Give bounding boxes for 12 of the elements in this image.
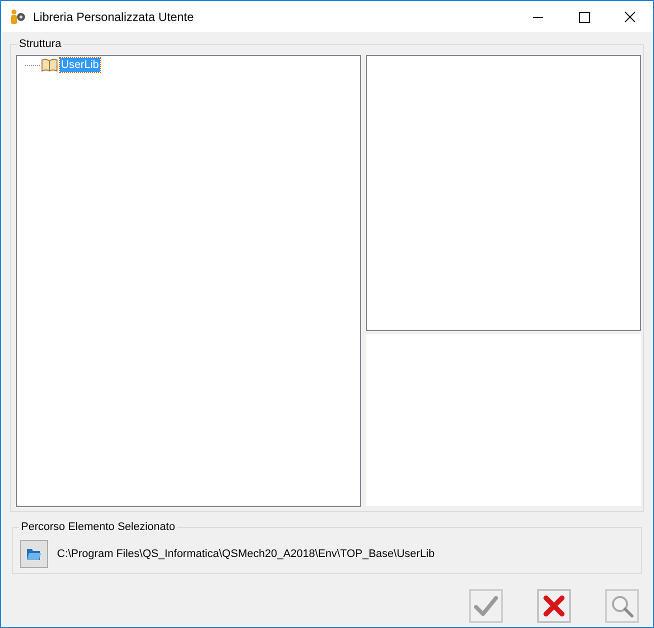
path-text: C:\Program Files\QS_Informatica\QSMech20_A2018\Env\TOP_Base\UserLib [57, 546, 435, 562]
window-title: Libreria Personalizzata Utente [33, 8, 194, 26]
search-icon [610, 594, 634, 618]
checkmark-icon [474, 595, 498, 617]
close-icon [543, 595, 565, 617]
browse-button[interactable] [20, 540, 48, 568]
book-icon [41, 58, 58, 72]
tree-line [25, 64, 40, 66]
folder-icon [26, 548, 42, 560]
tree-item[interactable]: UserLib [60, 58, 100, 72]
app-icon [9, 8, 27, 24]
cancel-button[interactable] [537, 589, 571, 623]
